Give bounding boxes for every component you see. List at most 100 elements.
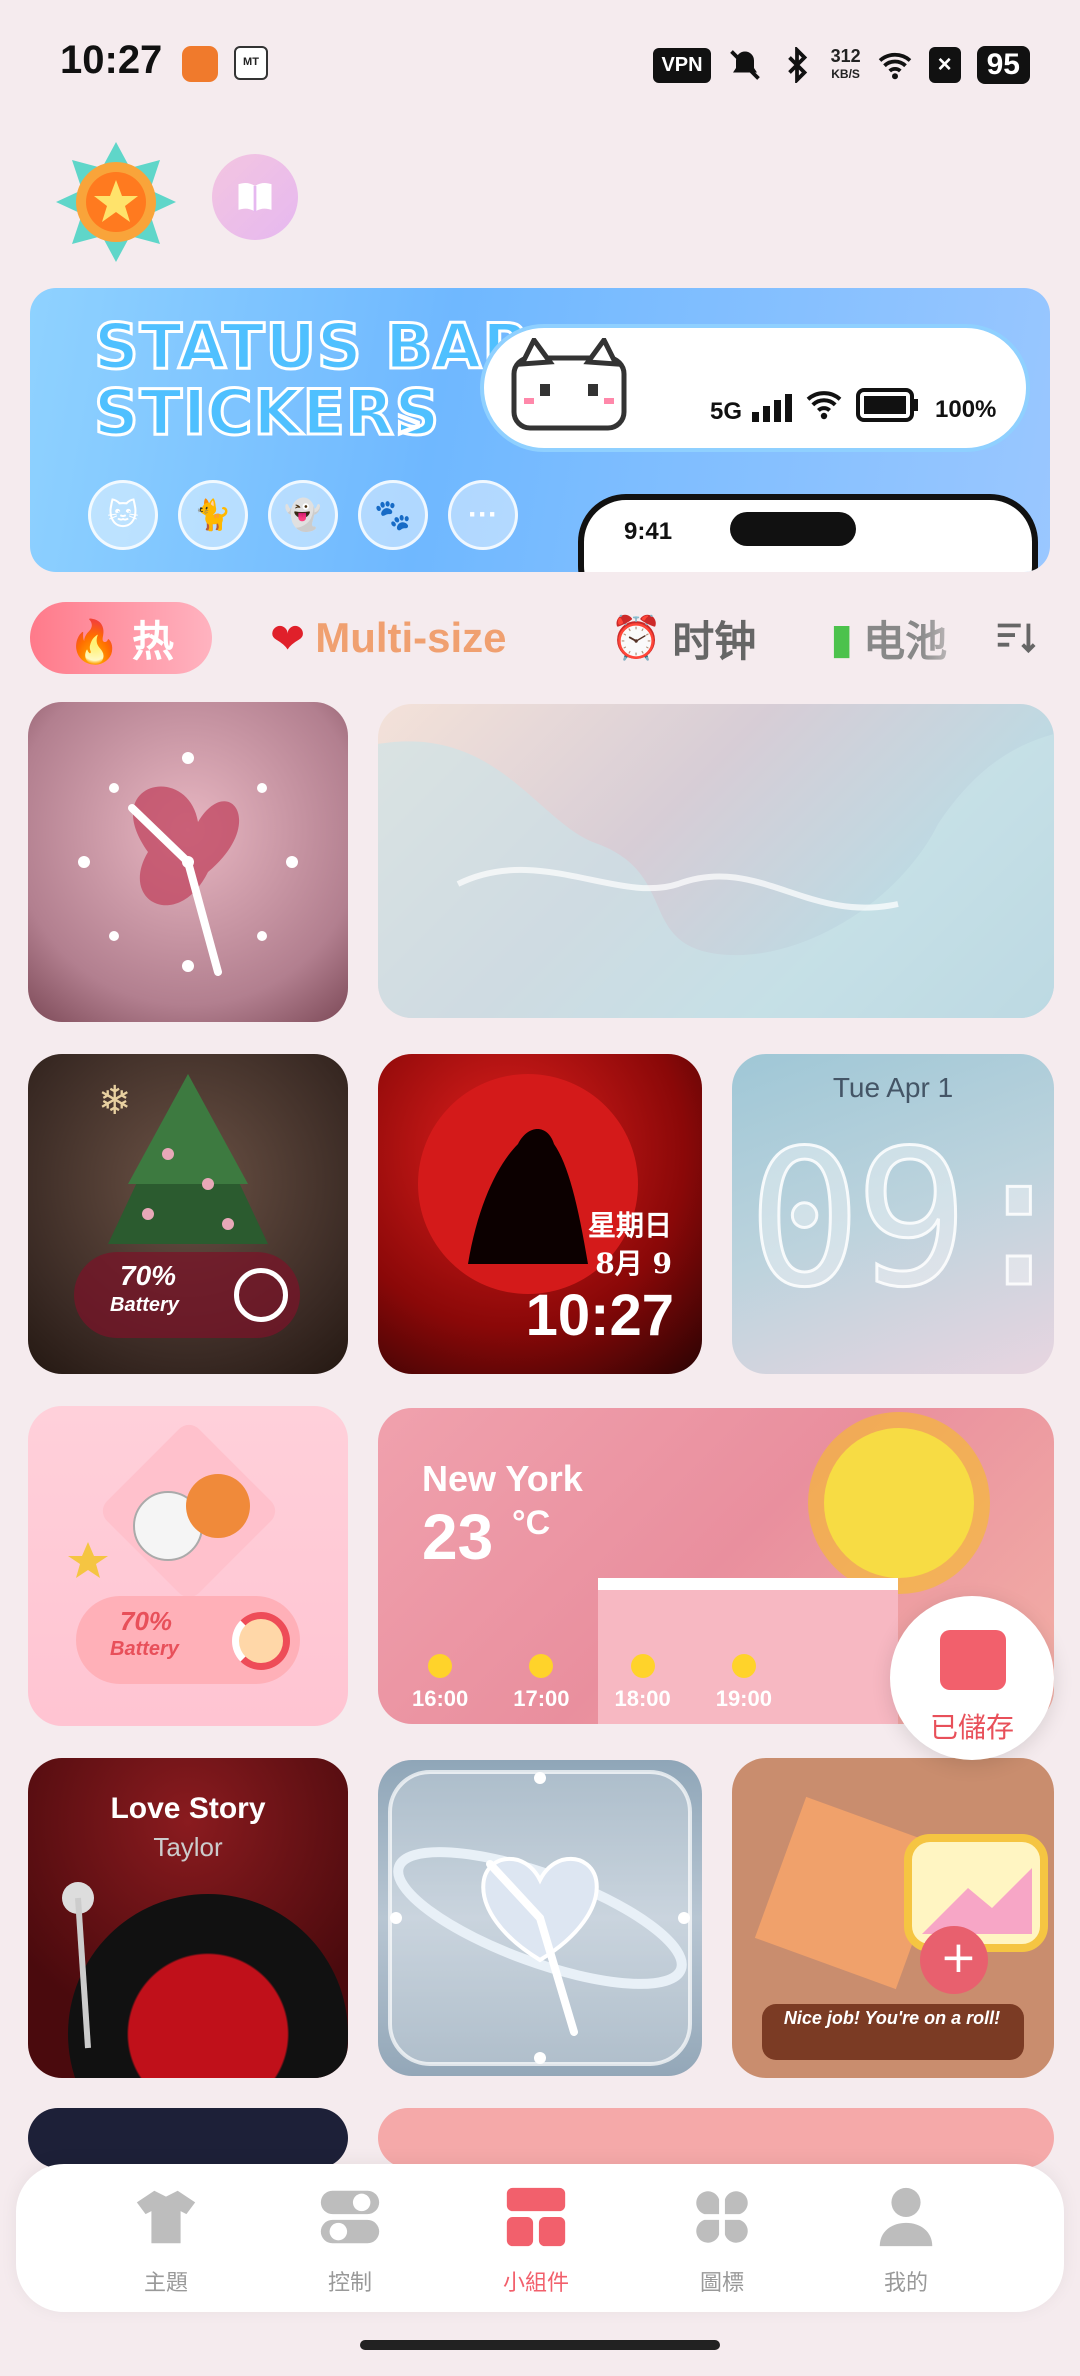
nav-item-control[interactable]: 控制 [280, 2182, 420, 2297]
person-icon [879, 2187, 933, 2247]
signal-bars-icon [752, 394, 792, 422]
speed-unit: KB/S [831, 67, 860, 81]
tab-battery-label: 电池 [863, 617, 948, 665]
glass-heart-clock-widget[interactable] [378, 1760, 702, 2076]
pink-battery-widget[interactable]: 70% Battery [28, 1406, 348, 1726]
tab-clock-label: 时钟 [672, 617, 757, 665]
tab-hot[interactable]: 🔥 热 [30, 602, 212, 674]
tab-multi-size-label: Multi-size [315, 614, 507, 661]
weather-temp: 23 [422, 1501, 494, 1573]
nav-label: 控制 [327, 2270, 372, 2295]
nav-item-mine[interactable]: 我的 [836, 2182, 976, 2297]
battery-ring-icon [232, 1612, 290, 1670]
nav-label: 小組件 [502, 2270, 569, 2295]
network-label: 5G [710, 398, 743, 425]
toggle-icon [320, 2190, 380, 2244]
tab-battery[interactable]: ▮ 电池 [830, 602, 980, 674]
wifi-icon [806, 391, 842, 420]
black-cat-sticker-chip[interactable]: 🐈 [178, 480, 248, 550]
nav-item-theme[interactable]: 主題 [96, 2182, 236, 2297]
svg-text:+: + [940, 1932, 977, 1983]
mute-bell-icon [729, 50, 760, 80]
forecast-hour: 16:00 [412, 1654, 468, 1712]
forecast-hour: 19:00 [716, 1654, 772, 1712]
vpn-badge: VPN [653, 47, 711, 83]
ocean-wave-art [378, 734, 1054, 1018]
sun-icon [428, 1654, 453, 1678]
hourly-forecast: 16:00 17:00 18:00 19:00 [412, 1654, 772, 1712]
butterfly-clock-widget[interactable] [28, 702, 348, 1022]
status-time: 10:27 [60, 38, 163, 82]
date-label: Tue Apr 1 [832, 1072, 954, 1103]
app-notification-icon [182, 46, 218, 82]
banner-title-line1: STATUS BAR [92, 310, 532, 383]
weather-city: New York [422, 1458, 583, 1499]
music-player-widget[interactable]: Love Story Taylor [28, 1758, 348, 2078]
song-artist: Taylor [153, 1832, 223, 1862]
glass-digital-clock-widget[interactable]: Tue Apr 1 09:52 [732, 1054, 1054, 1374]
medal-icon[interactable] [52, 138, 180, 266]
butterfly-icon [132, 786, 240, 906]
phone-time: 9:41 [624, 518, 673, 545]
pixel-cat-icon [511, 338, 627, 431]
battery-level: 95 [976, 46, 1030, 84]
date-label: 8月 9 [595, 1247, 672, 1280]
cat-sticker-widget[interactable]: + Nice job! You're on a roll! [732, 1758, 1054, 2078]
battery-percent-label: 100% [935, 396, 997, 423]
bluetooth-icon [787, 47, 807, 83]
cat-sticker-chip[interactable]: 🐱 [88, 480, 158, 550]
battery-label: Battery [110, 1294, 179, 1316]
dark-widget-partial[interactable] [28, 2108, 348, 2168]
battery-percent: 70% [120, 1606, 173, 1636]
sort-icon[interactable] [992, 614, 1038, 660]
battery-ring-icon [234, 1268, 288, 1322]
digital-time: 10:27 [525, 1283, 674, 1348]
nav-item-icons[interactable]: 圖標 [652, 2182, 792, 2297]
svg-text:❄: ❄ [98, 1078, 132, 1124]
forecast-hour: 17:00 [513, 1654, 570, 1712]
phone-notch [730, 512, 856, 546]
tab-clock[interactable]: ⏰ 时钟 [610, 602, 756, 674]
saved-button[interactable]: 已儲存 [890, 1596, 1054, 1760]
chevron-right-icon: > [396, 400, 422, 449]
ocean-photo-widget[interactable] [378, 704, 1054, 1018]
forecast-time: 16:00 [412, 1686, 469, 1711]
analog-clock [388, 1770, 692, 2066]
forecast-time: 18:00 [614, 1686, 671, 1711]
forecast-hour: 18:00 [614, 1654, 671, 1712]
status-bar-stickers-banner[interactable]: STATUS BAR STICKERS > 🐱 🐈 👻 🐾 ··· 5G 100… [30, 288, 1050, 572]
shirt-icon [136, 2190, 196, 2244]
battery-icon: ▮ [830, 614, 854, 662]
network-speed: 312 KB/S [831, 47, 861, 83]
sun-icon [529, 1654, 554, 1678]
sun-icon [824, 1428, 974, 1578]
nav-label: 主題 [143, 2270, 188, 2295]
book-button[interactable] [212, 154, 298, 240]
digital-time: 09:52 [747, 1109, 1054, 1331]
tab-multi-size[interactable]: ❤ Multi-size [270, 602, 507, 674]
more-stickers-chip[interactable]: ··· [448, 480, 518, 550]
sticker-caption: Nice job! You're on a roll! [783, 2008, 1001, 2028]
wifi-icon [878, 52, 911, 80]
battery-label: Battery [110, 1638, 179, 1660]
mt-app-icon: MT [234, 46, 268, 80]
ghost-sticker-chip[interactable]: 👻 [268, 480, 338, 550]
red-moon-clock-widget[interactable]: 星期日 8月 9 10:27 [378, 1054, 702, 1374]
weather-unit: °C [512, 1504, 551, 1542]
christmas-battery-widget[interactable]: ❄ 70% Battery [28, 1054, 348, 1374]
box-icon [940, 1630, 1006, 1690]
alarm-clock-icon: ⏰ [610, 613, 663, 661]
pink-widget-partial[interactable] [378, 2108, 1054, 2168]
home-indicator[interactable] [360, 2340, 720, 2350]
saved-label: 已儲存 [929, 1712, 1014, 1743]
banner-title-line2: STICKERS [92, 376, 441, 449]
speed-value: 312 [830, 46, 861, 66]
nav-item-widgets[interactable]: 小組件 [466, 2182, 606, 2297]
heart-icon: ❤ [270, 614, 306, 662]
close-box-icon: × [928, 47, 961, 83]
nav-label: 圖標 [699, 2270, 744, 2295]
paw-sticker-chip[interactable]: 🐾 [358, 480, 428, 550]
book-icon [238, 182, 272, 212]
battery-sticker-icon [856, 388, 918, 422]
sticker-chips: 🐱 🐈 👻 🐾 ··· [88, 480, 518, 550]
